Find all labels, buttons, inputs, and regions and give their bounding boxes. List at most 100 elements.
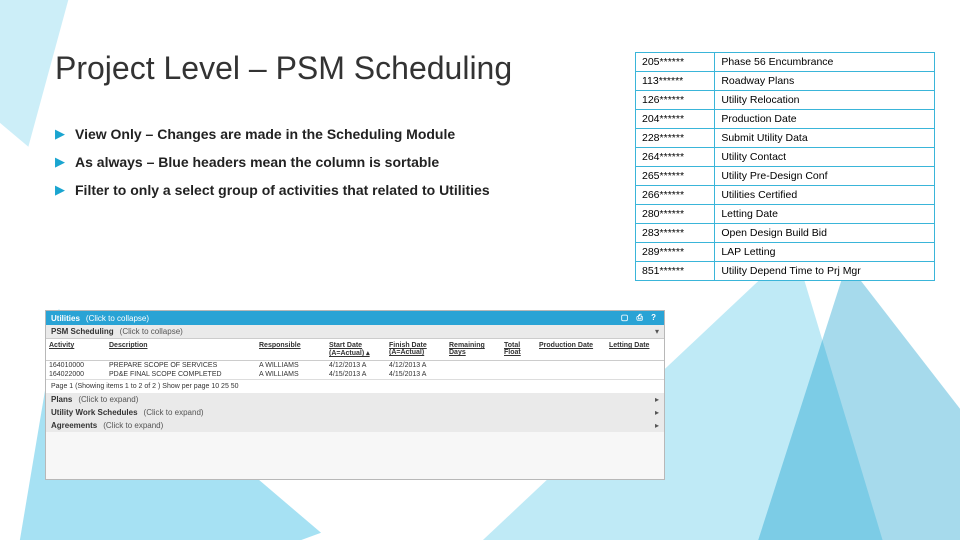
col-start-date[interactable]: Start Date (A=Actual) ▴ — [326, 339, 386, 360]
code-cell: 266****** — [636, 186, 715, 205]
cell-float — [501, 370, 536, 379]
code-cell: 204****** — [636, 110, 715, 129]
chevron-icon: ▶ — [55, 181, 65, 199]
section-utility-work-schedules[interactable]: Utility Work Schedules (Click to expand)… — [46, 406, 664, 419]
expand-hint: (Click to expand) — [78, 395, 138, 404]
cell-responsible: A WILLIAMS — [256, 361, 326, 370]
desc-cell: Utility Pre-Design Conf — [715, 167, 935, 186]
toolbar-icons[interactable]: ▢ ⎙ ? — [621, 313, 659, 323]
data-rows: 164010000PREPARE SCOPE OF SERVICESA WILL… — [46, 361, 664, 379]
table-row: 266******Utilities Certified — [636, 186, 935, 205]
table-row: 283******Open Design Build Bid — [636, 224, 935, 243]
cell-finish: 4/15/2013 A — [386, 370, 446, 379]
caret-icon[interactable]: ▸ — [655, 408, 659, 417]
reference-table: 205******Phase 56 Encumbrance113******Ro… — [635, 52, 935, 281]
col-finish-date[interactable]: Finish Date (A=Actual) — [386, 339, 446, 360]
section-title: Agreements — [51, 421, 97, 430]
code-cell: 228****** — [636, 129, 715, 148]
expand-hint: (Click to expand) — [103, 421, 163, 430]
col-description[interactable]: Description — [106, 339, 256, 360]
section-psm-scheduling[interactable]: PSM Scheduling (Click to collapse) ▾ — [46, 325, 664, 338]
page-title: Project Level – PSM Scheduling — [55, 50, 512, 87]
code-cell: 205****** — [636, 53, 715, 72]
desc-cell: Open Design Build Bid — [715, 224, 935, 243]
desc-cell: Utilities Certified — [715, 186, 935, 205]
cell-remaining — [446, 361, 501, 370]
cell-start: 4/12/2013 A — [326, 361, 386, 370]
code-cell: 126****** — [636, 91, 715, 110]
caret-down-icon[interactable]: ▾ — [655, 327, 659, 336]
app-screenshot: Utilities (Click to collapse) ▢ ⎙ ? PSM … — [45, 310, 665, 480]
list-item: ▶ As always – Blue headers mean the colum… — [55, 153, 615, 171]
col-production[interactable]: Production Date — [536, 339, 606, 360]
section-title: Utility Work Schedules — [51, 408, 138, 417]
desc-cell: Roadway Plans — [715, 72, 935, 91]
table-row: 280******Letting Date — [636, 205, 935, 224]
table-row: 164010000PREPARE SCOPE OF SERVICESA WILL… — [46, 361, 664, 370]
code-cell: 280****** — [636, 205, 715, 224]
table-row: 228******Submit Utility Data — [636, 129, 935, 148]
bullet-text: View Only – Changes are made in the Sche… — [75, 125, 455, 143]
section-title: PSM Scheduling — [51, 327, 114, 336]
cell-responsible: A WILLIAMS — [256, 370, 326, 379]
caret-icon[interactable]: ▸ — [655, 421, 659, 430]
table-row: 126******Utility Relocation — [636, 91, 935, 110]
col-float[interactable]: Total Float — [501, 339, 536, 360]
table-row: 204******Production Date — [636, 110, 935, 129]
cell-description: PREPARE SCOPE OF SERVICES — [106, 361, 256, 370]
section-title: Plans — [51, 395, 72, 404]
table-row: 265******Utility Pre-Design Conf — [636, 167, 935, 186]
code-cell: 264****** — [636, 148, 715, 167]
bullet-text: As always – Blue headers mean the column… — [75, 153, 439, 171]
desc-cell: Production Date — [715, 110, 935, 129]
col-remaining[interactable]: Remaining Days — [446, 339, 501, 360]
cell-activity: 164022000 — [46, 370, 106, 379]
code-cell: 851****** — [636, 262, 715, 281]
slide: Project Level – PSM Scheduling ▶ View Onl… — [0, 0, 960, 540]
code-cell: 283****** — [636, 224, 715, 243]
cell-letting — [606, 361, 661, 370]
panel-title: Utilities — [51, 314, 80, 323]
cell-production — [536, 361, 606, 370]
section-plans[interactable]: Plans (Click to expand) ▸ — [46, 393, 664, 406]
table-row: 113******Roadway Plans — [636, 72, 935, 91]
caret-icon[interactable]: ▸ — [655, 395, 659, 404]
desc-cell: Letting Date — [715, 205, 935, 224]
code-cell: 265****** — [636, 167, 715, 186]
column-headers: Activity Description Responsible Start D… — [46, 338, 664, 361]
desc-cell: Utility Contact — [715, 148, 935, 167]
cell-letting — [606, 370, 661, 379]
desc-cell: Submit Utility Data — [715, 129, 935, 148]
chevron-icon: ▶ — [55, 125, 65, 143]
table-row: 264******Utility Contact — [636, 148, 935, 167]
code-cell: 289****** — [636, 243, 715, 262]
table-row: 205******Phase 56 Encumbrance — [636, 53, 935, 72]
desc-cell: Phase 56 Encumbrance — [715, 53, 935, 72]
cell-activity: 164010000 — [46, 361, 106, 370]
table-row: 289******LAP Letting — [636, 243, 935, 262]
list-item: ▶ Filter to only a select group of activi… — [55, 181, 615, 199]
section-agreements[interactable]: Agreements (Click to expand) ▸ — [46, 419, 664, 432]
desc-cell: LAP Letting — [715, 243, 935, 262]
cell-float — [501, 361, 536, 370]
cell-start: 4/15/2013 A — [326, 370, 386, 379]
code-cell: 113****** — [636, 72, 715, 91]
cell-production — [536, 370, 606, 379]
cell-finish: 4/12/2013 A — [386, 361, 446, 370]
desc-cell: Utility Relocation — [715, 91, 935, 110]
chevron-icon: ▶ — [55, 153, 65, 171]
collapse-hint: (Click to collapse) — [120, 327, 183, 336]
cell-description: PD&E FINAL SCOPE COMPLETED — [106, 370, 256, 379]
table-row: 851******Utility Depend Time to Prj Mgr — [636, 262, 935, 281]
cell-remaining — [446, 370, 501, 379]
col-responsible[interactable]: Responsible — [256, 339, 326, 360]
bullet-list: ▶ View Only – Changes are made in the Sch… — [55, 115, 615, 209]
bullet-text: Filter to only a select group of activit… — [75, 181, 490, 199]
pager[interactable]: Page 1 (Showing items 1 to 2 of 2 ) Show… — [46, 379, 664, 393]
collapse-hint: (Click to collapse) — [86, 314, 149, 323]
col-activity[interactable]: Activity — [46, 339, 106, 360]
panel-header-utilities[interactable]: Utilities (Click to collapse) ▢ ⎙ ? — [46, 311, 664, 325]
col-letting[interactable]: Letting Date — [606, 339, 661, 360]
list-item: ▶ View Only – Changes are made in the Sch… — [55, 125, 615, 143]
desc-cell: Utility Depend Time to Prj Mgr — [715, 262, 935, 281]
